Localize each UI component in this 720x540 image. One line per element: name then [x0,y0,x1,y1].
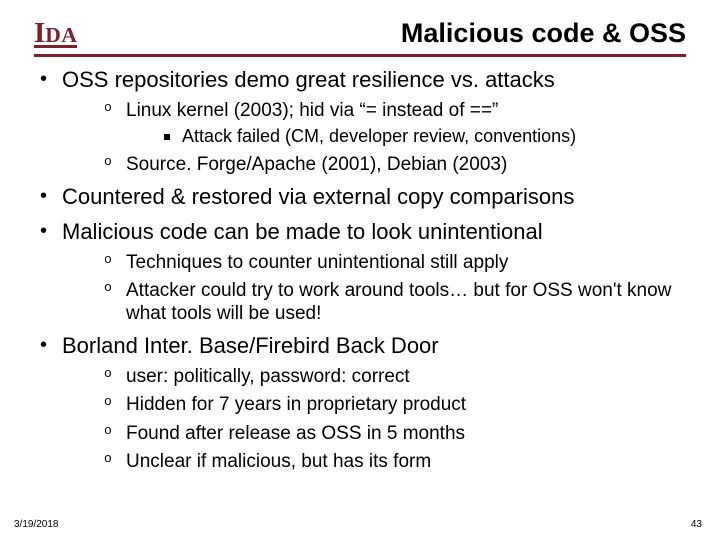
bullet-attack-failed: Attack failed (CM, developer review, con… [156,126,686,148]
bullet-unintentional: Malicious code can be made to look unint… [34,219,686,325]
bullet-countered: Countered & restored via external copy c… [34,184,686,211]
bullet-text: Malicious code can be made to look unint… [62,219,543,244]
bullet-text: Unclear if malicious, but has its form [126,451,431,472]
slide: IDA Malicious code & OSS OSS repositorie… [0,0,720,540]
slide-header: IDA Malicious code & OSS [34,20,686,57]
slide-title: Malicious code & OSS [401,20,686,47]
bullet-found-oss: Found after release as OSS in 5 months [96,422,686,445]
footer-page-number: 43 [691,519,702,530]
bullet-text: Hidden for 7 years in proprietary produc… [126,394,466,415]
bullet-text: OSS repositories demo great resilience v… [62,67,555,92]
bullet-text: user: politically, password: correct [126,366,410,387]
bullet-text: Borland Inter. Base/Firebird Back Door [62,333,439,358]
bullet-linux-kernel: Linux kernel (2003); hid via “= instead … [96,99,686,148]
bullet-techniques: Techniques to counter unintentional stil… [96,251,686,274]
bullet-credentials: user: politically, password: correct [96,365,686,388]
bullet-text: Linux kernel (2003); hid via “= instead … [126,100,498,121]
bullet-hidden: Hidden for 7 years in proprietary produc… [96,393,686,416]
bullet-unclear: Unclear if malicious, but has its form [96,450,686,473]
bullet-text: Attack failed (CM, developer review, con… [182,126,576,146]
bullet-text: Source. Forge/Apache (2001), Debian (200… [126,154,507,175]
bullet-sourceforge: Source. Forge/Apache (2001), Debian (200… [96,153,686,176]
bullet-text: Techniques to counter unintentional stil… [126,252,508,273]
bullet-oss-resilience: OSS repositories demo great resilience v… [34,67,686,176]
bullet-workaround-tools: Attacker could try to work around tools…… [96,279,686,325]
bullet-text: Found after release as OSS in 5 months [126,423,465,444]
bullet-text: Countered & restored via external copy c… [62,184,574,209]
slide-content: OSS repositories demo great resilience v… [34,67,686,473]
bullet-text: Attacker could try to work around tools…… [126,280,671,324]
logo: IDA [34,22,77,48]
footer-date: 3/19/2018 [14,519,59,530]
bullet-borland: Borland Inter. Base/Firebird Back Door u… [34,333,686,473]
